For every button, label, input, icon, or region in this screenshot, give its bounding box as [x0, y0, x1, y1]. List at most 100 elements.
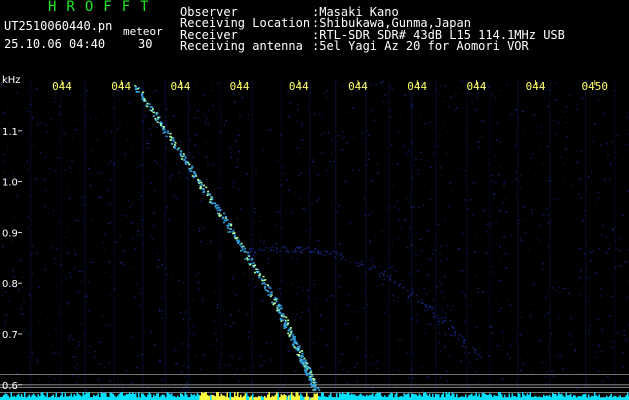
- noise-speck: [579, 178, 582, 180]
- noise-speck: [611, 346, 614, 349]
- noise-streak: [280, 80, 282, 400]
- noise-speck: [123, 250, 125, 252]
- baseline-bar: [147, 394, 149, 400]
- noise-speck: [129, 268, 132, 270]
- noise-speck: [509, 345, 512, 347]
- echo-point: [270, 249, 272, 251]
- baseline-bar: [117, 395, 119, 400]
- noise-speck: [595, 272, 598, 274]
- echo-point: [463, 339, 466, 341]
- baseline-bar: [301, 395, 303, 400]
- noise-speck: [38, 368, 41, 370]
- noise-speck: [215, 349, 218, 351]
- trail-point: [180, 158, 183, 160]
- noise-speck: [469, 304, 471, 306]
- noise-speck: [547, 222, 550, 224]
- noise-speck: [419, 238, 422, 240]
- trail-point: [302, 359, 305, 361]
- noise-speck: [189, 109, 191, 111]
- noise-speck: [297, 292, 299, 294]
- noise-speck: [611, 277, 613, 279]
- trail-point: [258, 274, 261, 277]
- noise-speck: [444, 346, 446, 348]
- noise-speck: [13, 215, 15, 218]
- noise-speck: [393, 269, 395, 272]
- baseline-bar: [244, 393, 246, 400]
- trail-point: [309, 368, 312, 370]
- baseline-bar: [456, 393, 458, 400]
- meteor-count: 30: [138, 37, 153, 51]
- trail-point: [201, 187, 204, 190]
- noise-speck: [205, 142, 207, 144]
- baseline-bar: [300, 393, 302, 400]
- echo-point: [442, 322, 444, 324]
- noise-speck: [132, 237, 134, 239]
- noise-speck: [281, 165, 283, 167]
- baseline-bar: [592, 396, 594, 400]
- noise-speck: [47, 361, 50, 364]
- noise-speck: [270, 343, 273, 345]
- noise-speck: [2, 153, 5, 156]
- echo-point: [250, 248, 253, 251]
- noise-speck: [296, 258, 299, 260]
- noise-speck: [57, 157, 60, 159]
- noise-speck: [72, 339, 75, 341]
- noise-speck: [381, 283, 384, 286]
- noise-speck: [515, 172, 517, 174]
- noise-speck: [276, 160, 279, 162]
- trail-point: [292, 336, 295, 338]
- noise-speck: [345, 259, 347, 261]
- noise-speck: [247, 336, 250, 338]
- noise-speck: [234, 140, 237, 142]
- noise-speck: [446, 258, 448, 260]
- noise-speck: [546, 247, 549, 249]
- noise-speck: [138, 215, 141, 217]
- noise-speck: [408, 193, 411, 195]
- echo-point: [334, 256, 336, 258]
- baseline-bar: [111, 392, 113, 400]
- noise-speck: [297, 103, 299, 105]
- trail-point: [280, 315, 283, 317]
- baseline-bar: [243, 396, 245, 400]
- noise-speck: [94, 350, 97, 353]
- noise-speck: [108, 362, 111, 364]
- baseline-bar: [411, 393, 413, 400]
- noise-speck: [366, 164, 368, 166]
- baseline-bar: [498, 392, 500, 400]
- noise-speck: [87, 351, 90, 353]
- trail-point: [150, 109, 153, 112]
- noise-speck: [77, 291, 80, 293]
- baseline-bar: [432, 393, 434, 400]
- baseline-bar: [486, 394, 488, 400]
- trail-point: [191, 167, 194, 169]
- trail-point: [240, 245, 243, 248]
- noise-speck: [275, 243, 277, 245]
- noise-speck: [161, 389, 164, 391]
- noise-speck: [263, 243, 265, 245]
- baseline-bar: [354, 394, 356, 400]
- noise-speck: [490, 93, 493, 95]
- noise-speck: [562, 306, 564, 308]
- noise-speck: [344, 323, 347, 325]
- trail-point: [287, 332, 290, 335]
- baseline-bar: [436, 394, 438, 400]
- noise-speck: [580, 150, 583, 153]
- noise-speck: [416, 232, 418, 234]
- noise-speck: [109, 324, 111, 326]
- baseline-bar: [307, 396, 309, 400]
- noise-speck: [440, 245, 443, 247]
- noise-speck: [225, 324, 227, 326]
- noise-speck: [211, 163, 214, 165]
- noise-speck: [18, 288, 20, 291]
- noise-speck: [398, 219, 400, 222]
- noise-speck: [446, 370, 448, 372]
- noise-speck: [578, 194, 580, 196]
- noise-speck: [128, 387, 131, 389]
- baseline-bar: [475, 392, 477, 400]
- noise-speck: [438, 323, 441, 325]
- trail-point: [293, 346, 296, 348]
- echo-point: [294, 251, 296, 253]
- baseline-bar: [196, 393, 198, 400]
- noise-speck: [432, 299, 435, 301]
- baseline-bar: [177, 395, 179, 400]
